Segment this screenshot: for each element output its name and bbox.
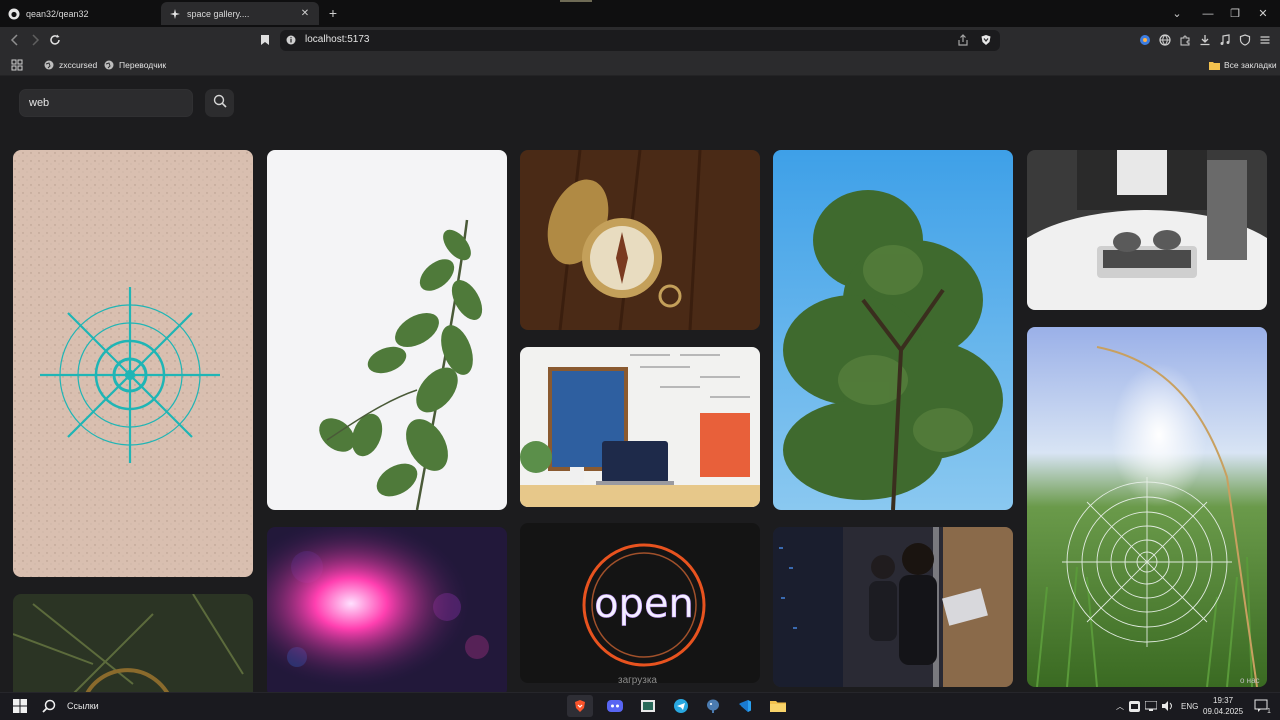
photo-card-spiderweb-sand[interactable] (13, 150, 253, 577)
bookmark-label: zxccursed (59, 60, 98, 70)
bookmark-zxccursed[interactable]: zxccursed (43, 57, 97, 73)
all-bookmarks-label: Все закладки (1224, 60, 1277, 70)
all-bookmarks-folder[interactable]: Все закладки (1208, 57, 1277, 73)
photo-card-compass[interactable] (520, 150, 760, 330)
site-info-icon[interactable] (282, 31, 300, 49)
photo-tree-blue-sky (773, 150, 1013, 510)
tab-title: qean32/qean32 (26, 8, 89, 19)
network-icon[interactable] (1142, 695, 1160, 717)
search-icon (213, 94, 227, 113)
tab-search-icon[interactable]: ⌄ (1164, 0, 1190, 27)
share-icon[interactable] (954, 31, 972, 49)
clock-date[interactable]: 09.04.2025 (1203, 707, 1243, 716)
sparkle-icon (169, 8, 181, 20)
photo-card-bokeh[interactable] (267, 527, 507, 697)
minimize-icon[interactable]: — (1195, 0, 1221, 27)
media-icon[interactable] (1216, 31, 1234, 49)
photo-card-eucalyptus[interactable] (267, 150, 507, 510)
photo-laptop-desk (520, 347, 760, 507)
loading-text: загрузка (618, 675, 657, 686)
tab-title: space gallery.... (187, 8, 250, 19)
photos-app-icon[interactable] (635, 695, 661, 717)
forward-icon[interactable] (26, 31, 44, 49)
back-icon[interactable] (6, 31, 24, 49)
globe-icon (43, 59, 55, 71)
tray-app-icon[interactable] (1125, 695, 1143, 717)
taskbar-search-icon[interactable] (36, 695, 62, 717)
globe-extension-icon[interactable] (1156, 31, 1174, 49)
bookmarks-bar (0, 54, 1280, 76)
photo-grass-closeup (13, 594, 253, 704)
photo-compass-on-wood (520, 150, 760, 330)
vscode-icon[interactable] (732, 695, 758, 717)
photo-card-spiderweb-grass[interactable] (1027, 327, 1267, 687)
photo-card-typing-laptop[interactable] (1027, 150, 1267, 310)
bookmark-icon[interactable] (256, 31, 274, 49)
photo-pink-bokeh (267, 527, 507, 697)
reload-icon[interactable] (46, 31, 64, 49)
restore-icon[interactable]: ❐ (1222, 0, 1248, 27)
search-input[interactable]: web (19, 89, 193, 117)
bookmark-label: Переводчик (119, 60, 167, 70)
close-tab-icon[interactable]: ✕ (299, 8, 311, 19)
neon-sign-text: open (594, 581, 694, 627)
apps-grid-icon[interactable] (8, 56, 26, 74)
menu-icon[interactable] (1256, 31, 1274, 49)
photo-eucalyptus-leaves (267, 150, 507, 510)
photo-spiderweb-sand (13, 150, 253, 577)
tab-space-gallery[interactable]: space gallery.... ✕ (161, 2, 319, 25)
photo-card-tree[interactable] (773, 150, 1013, 510)
clock-time[interactable]: 19:37 (1213, 696, 1233, 705)
globe-icon (103, 59, 115, 71)
telegram-icon[interactable] (668, 695, 694, 717)
about-link[interactable]: о нас (1240, 676, 1260, 685)
new-tab-button[interactable]: + (325, 3, 341, 23)
discord-icon[interactable] (602, 695, 628, 717)
language-indicator[interactable]: ENG (1181, 702, 1198, 711)
address-bar[interactable] (280, 30, 1000, 51)
bookmark-translator[interactable]: Переводчик (103, 57, 166, 73)
notification-count: 1 (1267, 708, 1271, 715)
vpn-shield-icon[interactable] (1236, 31, 1254, 49)
brave-shield-icon[interactable] (977, 31, 995, 49)
photo-woman-laptop (773, 527, 1013, 687)
photo-typing-laptop-bw (1027, 150, 1267, 310)
tray-chevron-icon[interactable]: ︿ (1116, 701, 1124, 712)
github-icon (8, 8, 20, 20)
photo-card-neon-open[interactable]: open (520, 523, 760, 683)
brave-browser-icon[interactable] (567, 695, 593, 717)
tab-drag-indicator (560, 0, 592, 2)
photo-neon-open-sign: open (520, 523, 760, 683)
search-button[interactable] (205, 89, 234, 117)
extension-icon[interactable] (1136, 31, 1154, 49)
file-explorer-icon[interactable] (765, 695, 791, 717)
tab-github[interactable]: qean32/qean32 (0, 2, 158, 25)
close-window-icon[interactable]: ✕ (1250, 0, 1276, 27)
photo-card-laptop-desk[interactable] (520, 347, 760, 507)
download-icon[interactable] (1196, 31, 1214, 49)
volume-icon[interactable] (1159, 695, 1177, 717)
photo-spiderweb-grass (1027, 327, 1267, 687)
url-text: localhost:5173 (305, 34, 370, 45)
start-windows-icon[interactable] (7, 695, 33, 717)
extensions-puzzle-icon[interactable] (1176, 31, 1194, 49)
taskbar-search-label[interactable]: Ссылки (67, 701, 99, 711)
photo-card-woman-laptop[interactable] (773, 527, 1013, 687)
folder-icon (1208, 59, 1220, 71)
postgres-icon[interactable] (700, 695, 726, 717)
photo-card-grass[interactable] (13, 594, 253, 704)
